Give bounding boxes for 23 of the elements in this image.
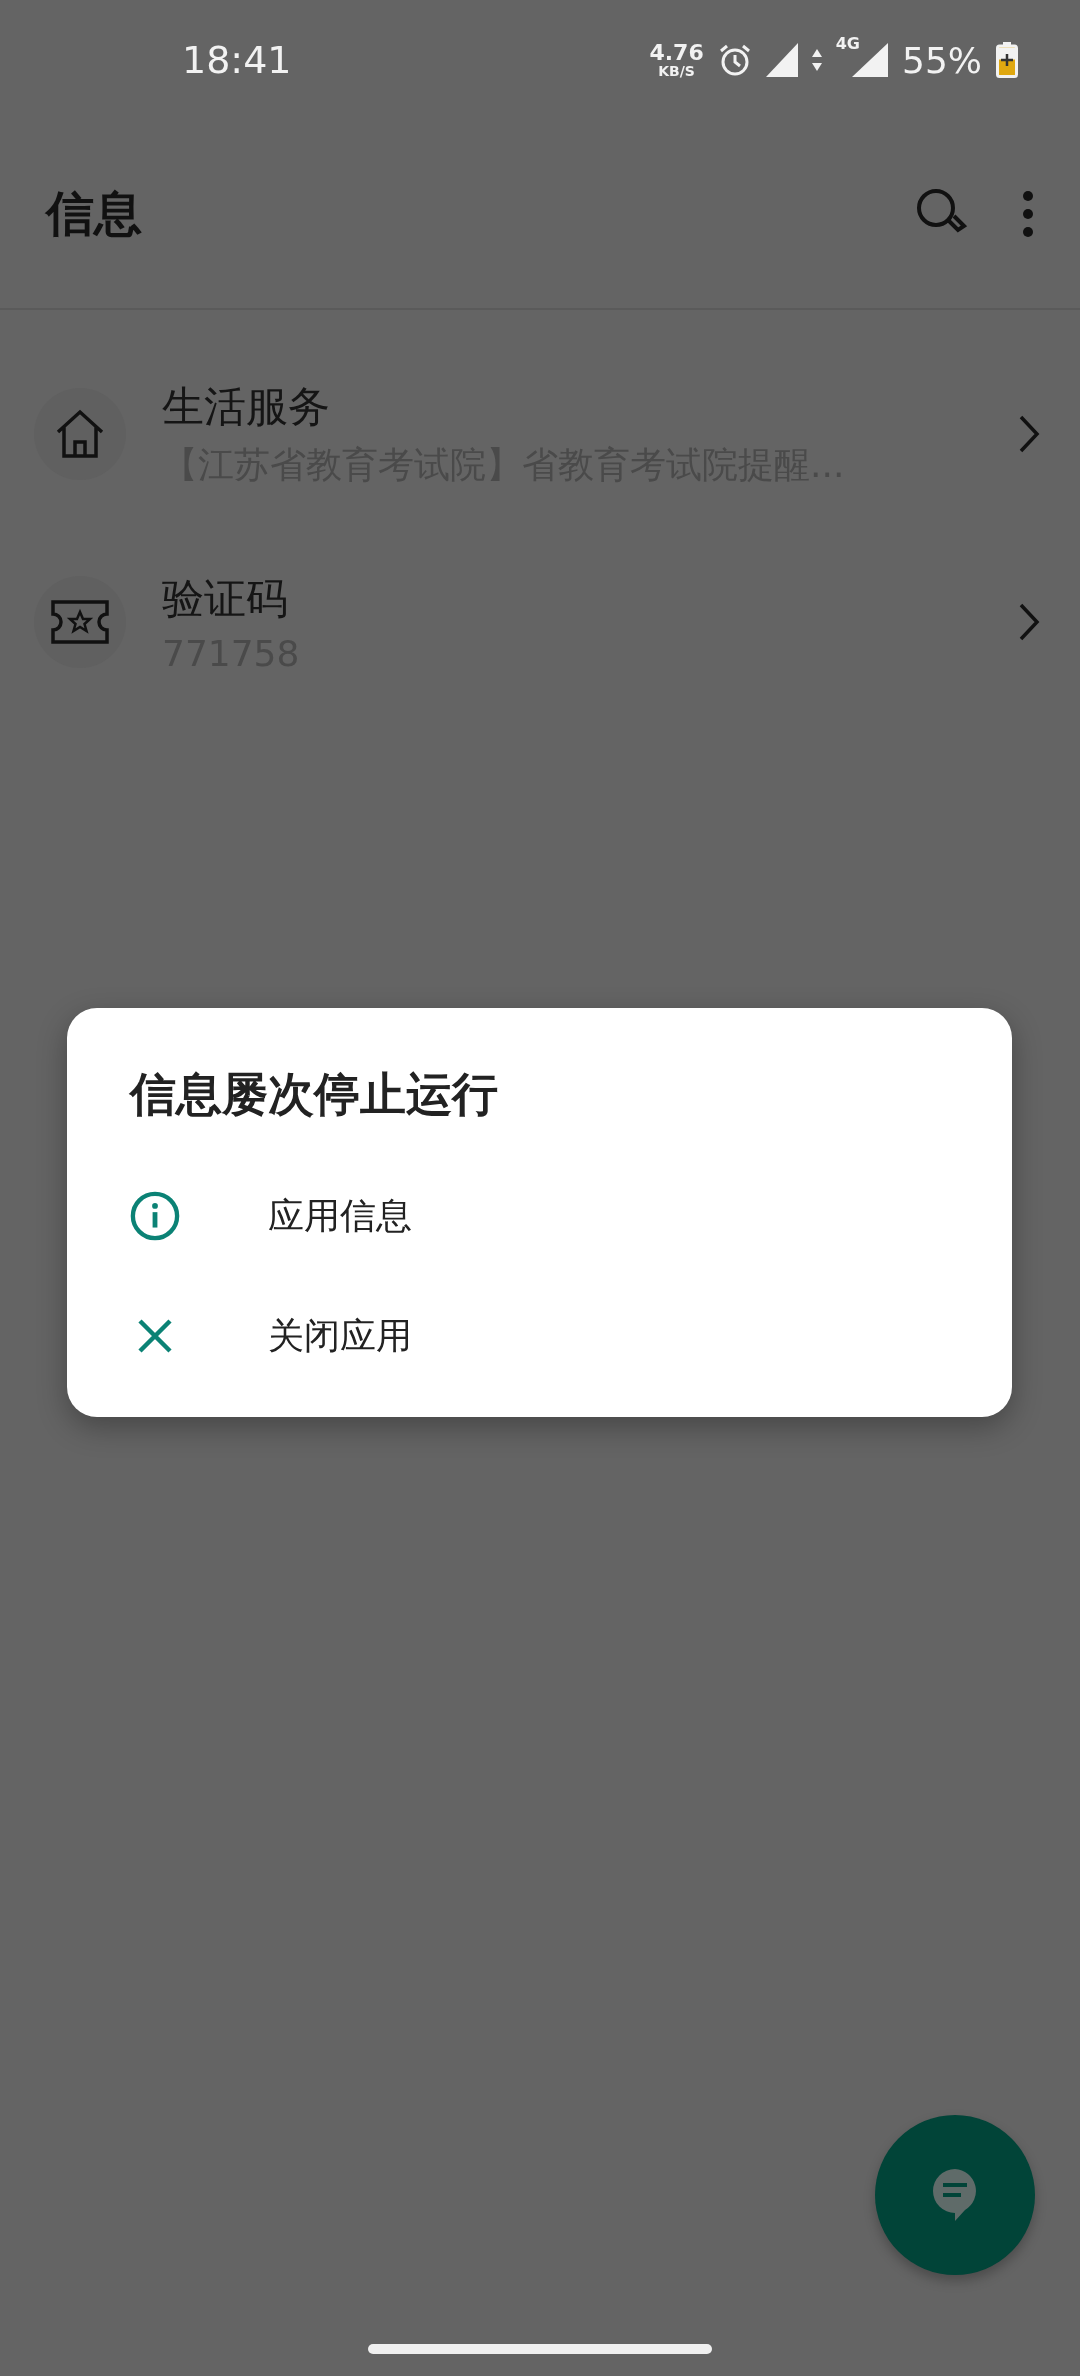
info-icon: [130, 1190, 180, 1242]
signal-icon: [765, 43, 798, 77]
house-icon: [54, 408, 106, 460]
speed-unit: KB/S: [658, 64, 695, 78]
sender-name: 验证码: [162, 572, 289, 625]
dialog-action[interactable]: 应用信息: [130, 1156, 970, 1276]
status-time: 18:41: [182, 38, 292, 82]
alarm-icon: [717, 43, 752, 77]
dialog-title: 信息屡次停止运行: [130, 1066, 499, 1123]
toolbar-title: 信息: [46, 184, 142, 243]
chevron-icon: [1018, 414, 1040, 454]
close-icon: [137, 1318, 173, 1354]
data-arrows-icon: [811, 49, 822, 71]
more-options-button[interactable]: [1022, 190, 1034, 238]
chat-bubble-icon: [931, 2167, 979, 2223]
ticket-icon: [51, 600, 109, 644]
battery-charging-icon: [996, 42, 1018, 78]
network-speed: 4.76: [649, 42, 704, 64]
dialog-action[interactable]: 关闭应用: [130, 1276, 970, 1396]
network-type: 4G: [835, 33, 860, 53]
chevron-icon: [1018, 602, 1040, 642]
battery-percent: 55%: [902, 39, 982, 81]
sender-name: 生活服务: [162, 380, 331, 433]
